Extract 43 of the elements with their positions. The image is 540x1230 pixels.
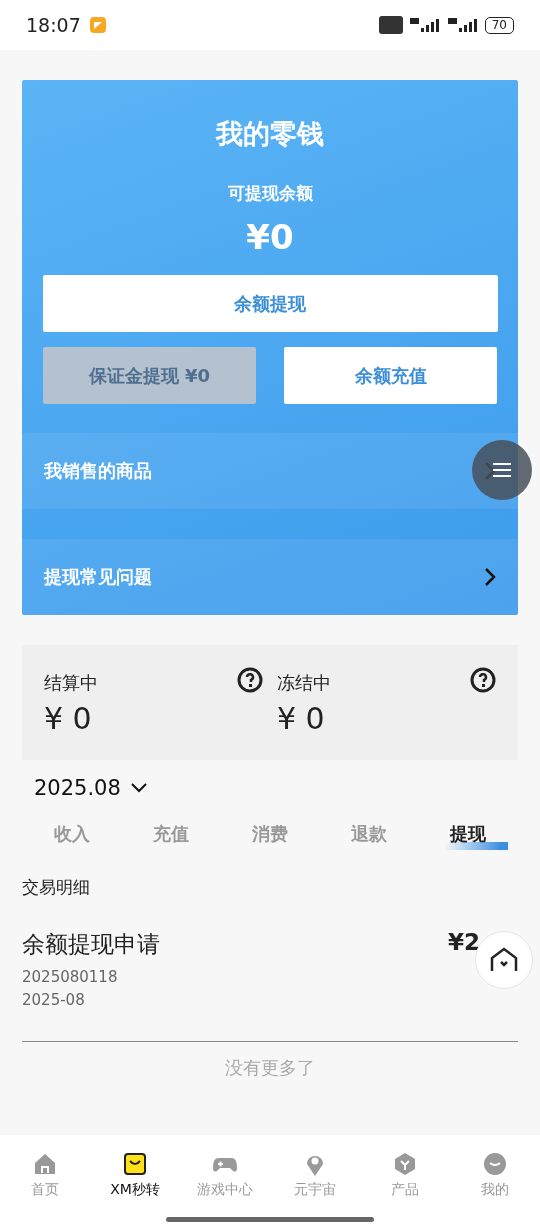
transaction-amount: ¥2 (448, 929, 480, 957)
tab[interactable]: 退款 (319, 818, 419, 850)
tab[interactable]: 收入 (22, 818, 122, 850)
smiley-icon (482, 1151, 508, 1177)
tab[interactable]: 充值 (121, 818, 221, 850)
shopping-bag-icon (122, 1151, 148, 1177)
nav-tab[interactable]: 元宇宙 (270, 1151, 360, 1230)
transaction-title: 余额提现申请 (22, 930, 160, 959)
help-icon[interactable] (237, 667, 263, 693)
chevron-down-icon (130, 783, 147, 793)
summary-amount: ¥ 0 (44, 701, 93, 736)
house-icon (490, 947, 518, 973)
nav-tab[interactable]: 首页 (0, 1151, 90, 1230)
nav-tab[interactable]: 我的 (450, 1151, 540, 1230)
transaction-date: 2025-08 (22, 990, 86, 1011)
menu-icon (492, 462, 512, 478)
balance-label: 可提现余额 (226, 182, 314, 205)
withdraw-button[interactable]: 余额提现 (42, 275, 498, 332)
signal-icon (446, 16, 479, 34)
month-selector[interactable]: 2025.08 (34, 776, 147, 800)
end-of-list-text: 没有更多了 (224, 1056, 316, 1080)
notification-icon (88, 16, 107, 34)
wallet-title: 我的零钱 (214, 117, 325, 151)
cube-icon (392, 1151, 418, 1177)
section-title: 交易明细 (22, 876, 91, 899)
signal-icon (408, 16, 441, 34)
home-icon (32, 1151, 58, 1177)
clock: 18:07 (26, 14, 81, 36)
menu-row[interactable]: 我销售的商品 (22, 433, 518, 509)
help-icon[interactable] (470, 667, 496, 693)
summary-amount: ¥ 0 (277, 701, 326, 736)
nav-tab[interactable]: 游戏中心 (180, 1151, 270, 1230)
summary-label: 冻结中 (277, 671, 331, 695)
chevron-right-icon (484, 567, 496, 587)
nav-tab[interactable]: XM秒转 (90, 1151, 180, 1230)
order-number: 2025080118 (22, 967, 119, 988)
menu-row[interactable]: 提现常见问题 (22, 539, 518, 615)
summary-label: 结算中 (44, 671, 98, 695)
nav-tab[interactable]: 产品 (360, 1151, 450, 1230)
recharge-button[interactable]: 余额充值 (284, 347, 497, 404)
battery-level: 70 (484, 16, 514, 34)
tab[interactable]: 消费 (220, 818, 320, 850)
balance-amount: ¥0 (245, 217, 295, 257)
